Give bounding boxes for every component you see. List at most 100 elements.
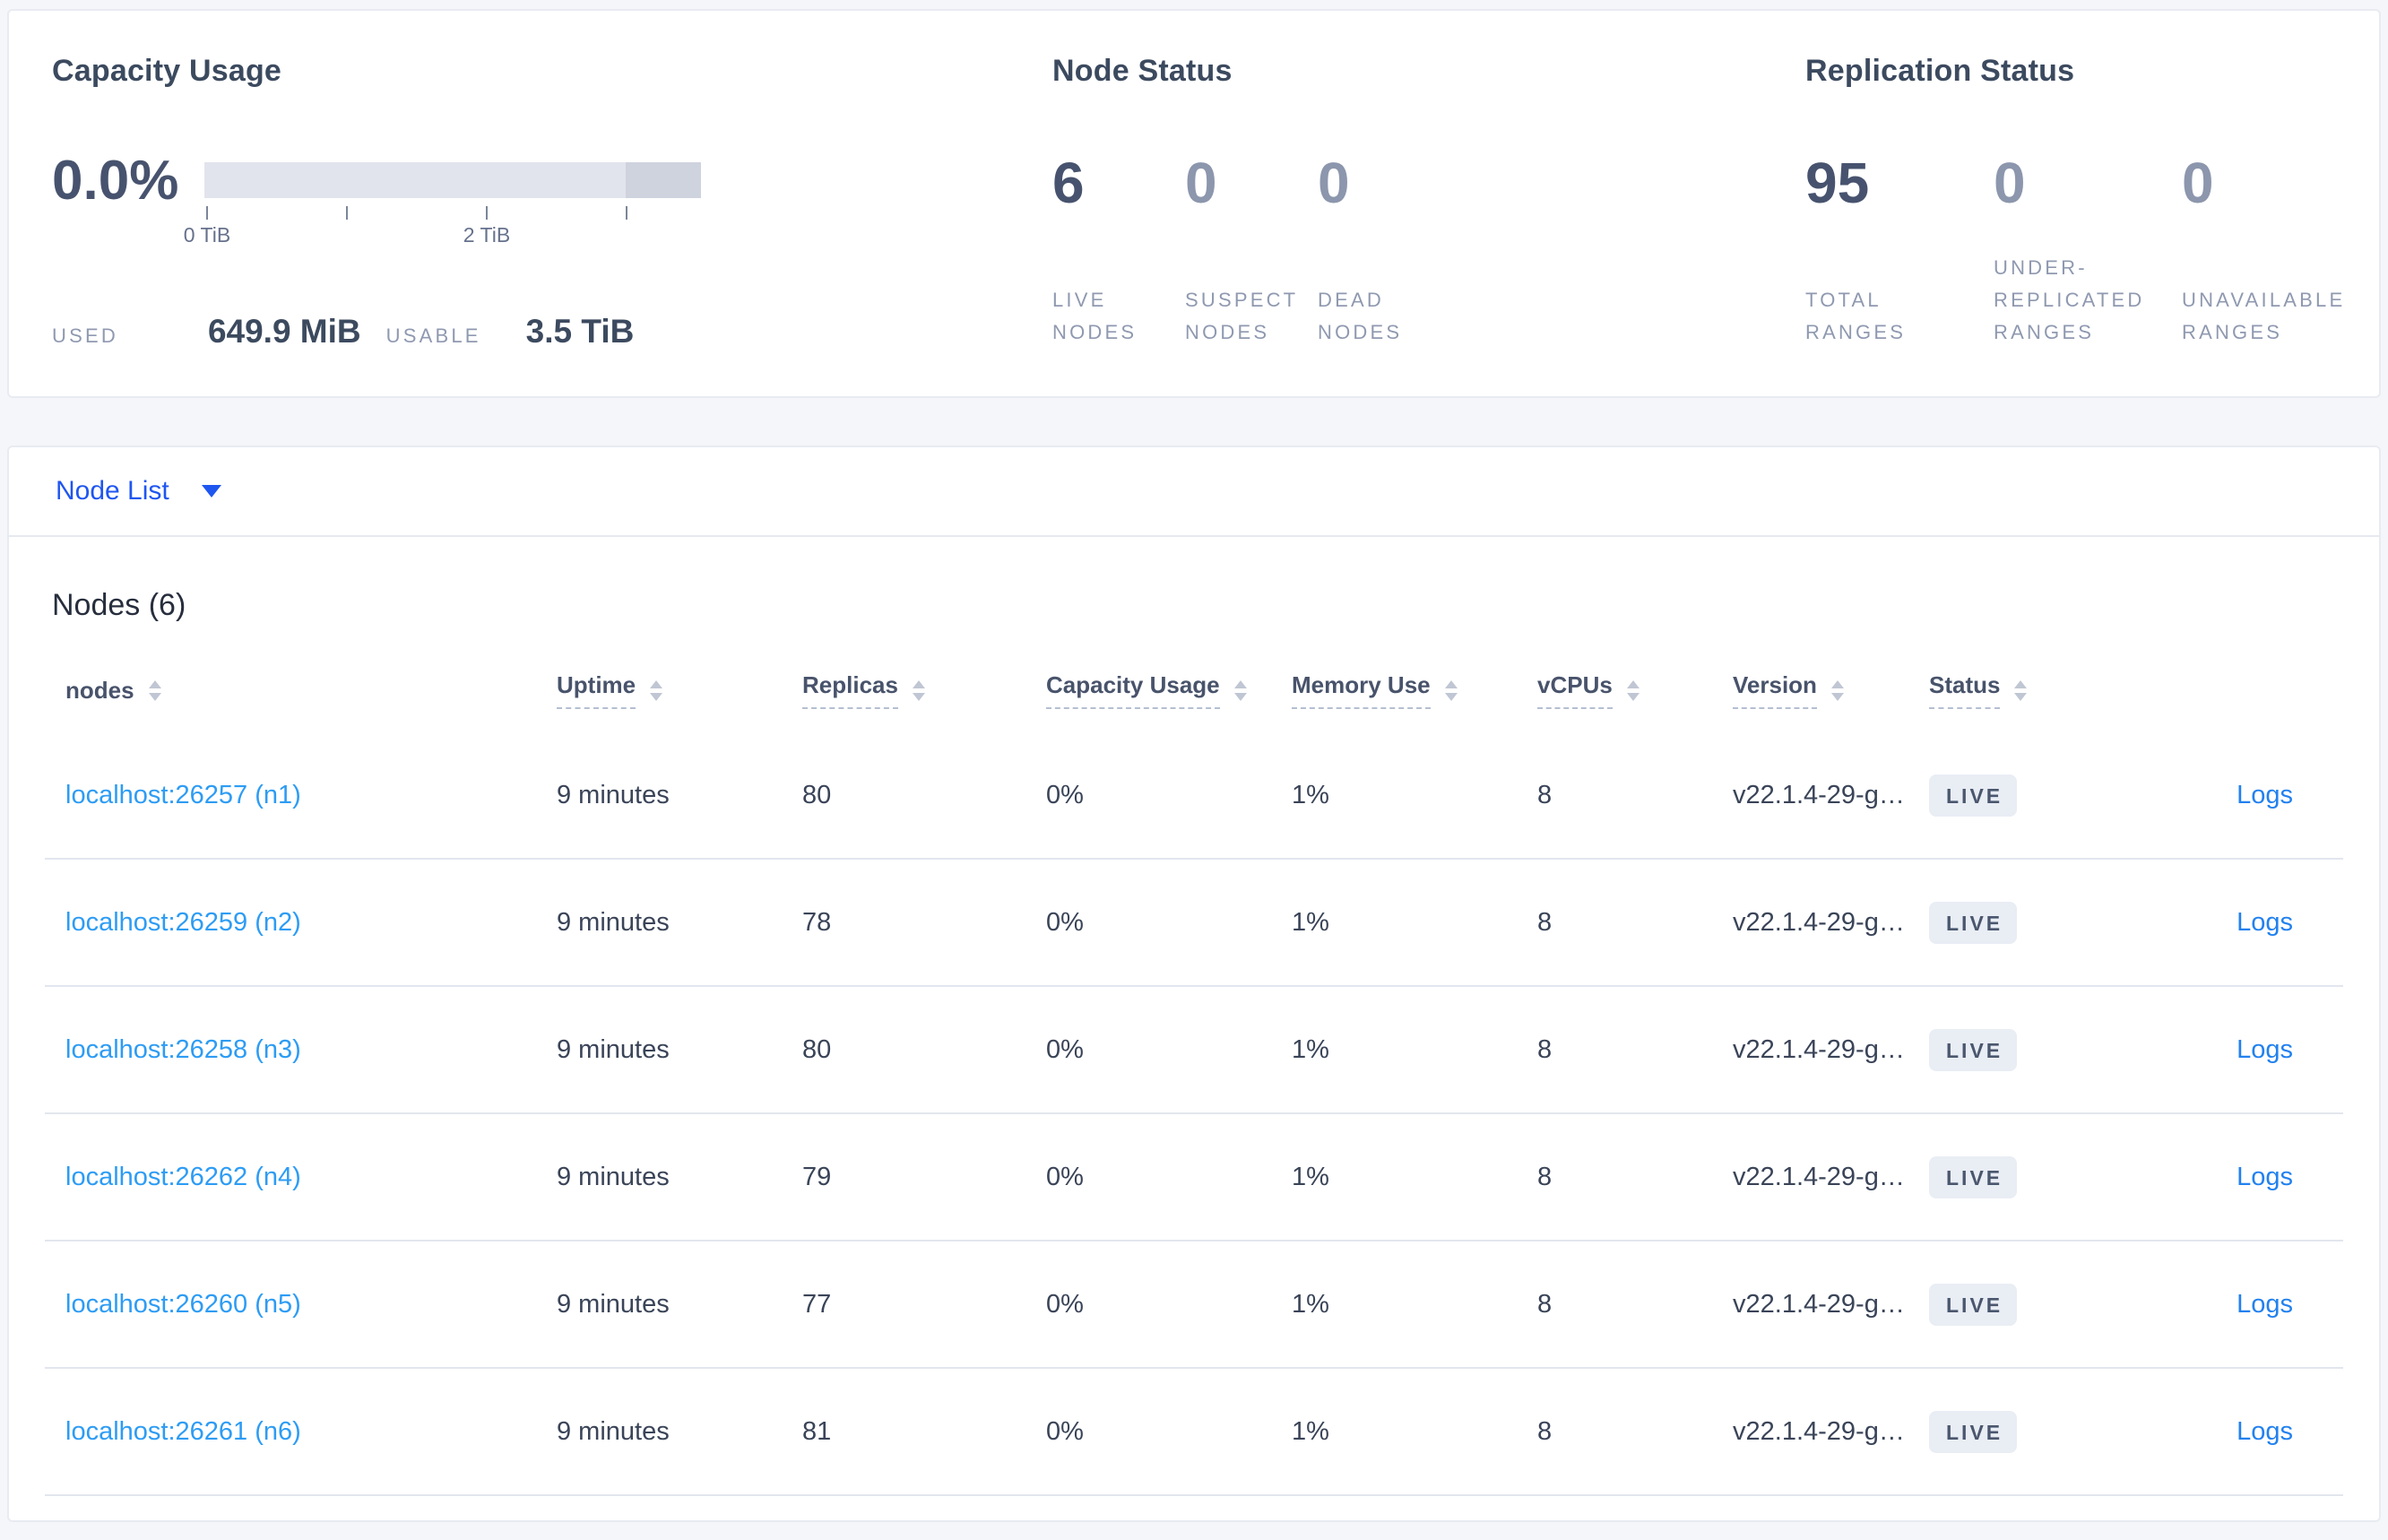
- sort-icon: [1233, 679, 1247, 701]
- status-badge: LIVE: [1929, 1410, 2018, 1453]
- total-ranges-stat: 95 TOTAL RANGES: [1805, 151, 1994, 349]
- sort-icon: [912, 679, 925, 701]
- capacity-cell: 0%: [1046, 780, 1084, 809]
- uptime-cell: 9 minutes: [557, 780, 670, 809]
- unavailable-ranges-label: UNAVAILABLE RANGES: [2182, 289, 2346, 343]
- used-label: USED: [52, 324, 118, 347]
- table-row: localhost:26259 (n2) 9 minutes 78 0% 1% …: [45, 860, 2343, 987]
- node-status-title: Node Status: [1052, 54, 1233, 88]
- table-row: localhost:26262 (n4) 9 minutes 79 0% 1% …: [45, 1114, 2343, 1242]
- node-list-card: Node List Nodes (6) nodes Uptime Replica…: [7, 446, 2381, 1522]
- total-ranges-value: 95: [1805, 151, 1870, 215]
- version-cell: v22.1.4-29-g…: [1733, 907, 1905, 937]
- column-header-replicas[interactable]: Replicas: [802, 671, 1046, 709]
- replicas-cell: 81: [802, 1416, 832, 1446]
- capacity-used-summary: USED 649.9 MiB USABLE 3.5 TiB: [52, 313, 1052, 350]
- replicas-cell: 79: [802, 1162, 832, 1191]
- node-link[interactable]: localhost:26262 (n4): [65, 1163, 301, 1191]
- nodes-table-header-row: nodes Uptime Replicas Capacity Usage Mem…: [45, 648, 2343, 732]
- replication-status-title: Replication Status: [1805, 54, 2075, 88]
- capacity-cell: 0%: [1046, 907, 1084, 937]
- replicas-cell: 78: [802, 907, 832, 937]
- column-header-memory-use[interactable]: Memory Use: [1292, 671, 1537, 709]
- uptime-cell: 9 minutes: [557, 907, 670, 937]
- version-cell: v22.1.4-29-g…: [1733, 1289, 1905, 1319]
- column-header-status[interactable]: Status: [1929, 671, 2135, 709]
- status-badge: LIVE: [1929, 1155, 2018, 1198]
- node-list-dropdown-label: Node List: [56, 476, 169, 506]
- version-cell: v22.1.4-29-g…: [1733, 1162, 1905, 1191]
- logs-link[interactable]: Logs: [2237, 908, 2293, 937]
- node-status-panel: Node Status 6 LIVE NODES 0 SUSPECT NODES…: [1052, 54, 1805, 396]
- caret-down-icon: [201, 485, 221, 497]
- memory-cell: 1%: [1292, 1416, 1329, 1446]
- column-header-capacity-usage[interactable]: Capacity Usage: [1046, 671, 1292, 709]
- usable-value: 3.5 TiB: [525, 313, 635, 350]
- version-cell: v22.1.4-29-g…: [1733, 780, 1905, 809]
- logs-link[interactable]: Logs: [2237, 1417, 2293, 1446]
- suspect-nodes-label: SUSPECT NODES: [1185, 289, 1298, 343]
- axis-tick: [626, 206, 627, 220]
- axis-tick-label: 0 TiB: [183, 223, 231, 247]
- replicas-cell: 80: [802, 1034, 832, 1064]
- uptime-cell: 9 minutes: [557, 1034, 670, 1064]
- capacity-used-percent: 0.0%: [52, 149, 179, 212]
- logs-link[interactable]: Logs: [2237, 1290, 2293, 1319]
- status-badge: LIVE: [1929, 1283, 2018, 1326]
- sort-icon: [1626, 679, 1640, 701]
- vcpus-cell: 8: [1537, 780, 1553, 809]
- capacity-cell: 0%: [1046, 1289, 1084, 1319]
- node-link[interactable]: localhost:26260 (n5): [65, 1290, 301, 1319]
- cluster-summary-card: Capacity Usage 0.0% 0 TiB 2 TiB USED 649…: [7, 9, 2381, 398]
- live-nodes-value: 6: [1052, 151, 1085, 215]
- status-badge: LIVE: [1929, 901, 2018, 944]
- capacity-bar-reserved: [626, 162, 701, 198]
- node-link[interactable]: localhost:26258 (n3): [65, 1035, 301, 1064]
- logs-link[interactable]: Logs: [2237, 1035, 2293, 1064]
- logs-link[interactable]: Logs: [2237, 1163, 2293, 1191]
- replication-status-stats: 95 TOTAL RANGES 0 UNDER-REPLICATED RANGE…: [1805, 151, 2379, 349]
- vcpus-cell: 8: [1537, 907, 1553, 937]
- sort-icon: [2014, 679, 2028, 701]
- under-replicated-ranges-value: 0: [1994, 151, 2026, 215]
- node-link[interactable]: localhost:26261 (n6): [65, 1417, 301, 1446]
- suspect-nodes-stat: 0 SUSPECT NODES: [1185, 151, 1318, 349]
- capacity-bar-chart: 0 TiB 2 TiB: [184, 162, 701, 247]
- under-replicated-ranges-stat: 0 UNDER-REPLICATED RANGES: [1994, 151, 2182, 349]
- dead-nodes-stat: 0 DEAD NODES: [1318, 151, 1450, 349]
- live-nodes-stat: 6 LIVE NODES: [1052, 151, 1185, 349]
- uptime-cell: 9 minutes: [557, 1416, 670, 1446]
- logs-link[interactable]: Logs: [2237, 781, 2293, 809]
- version-cell: v22.1.4-29-g…: [1733, 1034, 1905, 1064]
- column-header-vcpus[interactable]: vCPUs: [1537, 671, 1733, 709]
- vcpus-cell: 8: [1537, 1289, 1553, 1319]
- column-header-nodes[interactable]: nodes: [45, 677, 557, 705]
- axis-tick: [206, 206, 208, 220]
- column-header-version[interactable]: Version: [1733, 671, 1929, 709]
- vcpus-cell: 8: [1537, 1162, 1553, 1191]
- axis-tick: [346, 206, 348, 220]
- nodes-table: nodes Uptime Replicas Capacity Usage Mem…: [45, 648, 2343, 1496]
- node-list-dropdown[interactable]: Node List: [56, 476, 221, 506]
- dead-nodes-label: DEAD NODES: [1318, 289, 1403, 343]
- suspect-nodes-value: 0: [1185, 151, 1217, 215]
- capacity-cell: 0%: [1046, 1416, 1084, 1446]
- memory-cell: 1%: [1292, 780, 1329, 809]
- capacity-usage-gauge: 0.0% 0 TiB 2 TiB: [52, 149, 1052, 247]
- version-cell: v22.1.4-29-g…: [1733, 1416, 1905, 1446]
- unavailable-ranges-stat: 0 UNAVAILABLE RANGES: [2182, 151, 2370, 349]
- replicas-cell: 77: [802, 1289, 832, 1319]
- nodes-section-title: Nodes (6): [52, 588, 186, 622]
- sort-icon: [148, 679, 161, 701]
- memory-cell: 1%: [1292, 907, 1329, 937]
- node-link[interactable]: localhost:26257 (n1): [65, 781, 301, 809]
- sort-icon: [650, 679, 663, 701]
- column-header-uptime[interactable]: Uptime: [557, 671, 802, 709]
- under-replicated-ranges-label: UNDER-REPLICATED RANGES: [1994, 256, 2145, 343]
- table-row: localhost:26261 (n6) 9 minutes 81 0% 1% …: [45, 1369, 2343, 1496]
- unavailable-ranges-value: 0: [2182, 151, 2214, 215]
- node-link[interactable]: localhost:26259 (n2): [65, 908, 301, 937]
- live-nodes-label: LIVE NODES: [1052, 289, 1138, 343]
- total-ranges-label: TOTAL RANGES: [1805, 289, 1907, 343]
- axis-tick: [486, 206, 488, 220]
